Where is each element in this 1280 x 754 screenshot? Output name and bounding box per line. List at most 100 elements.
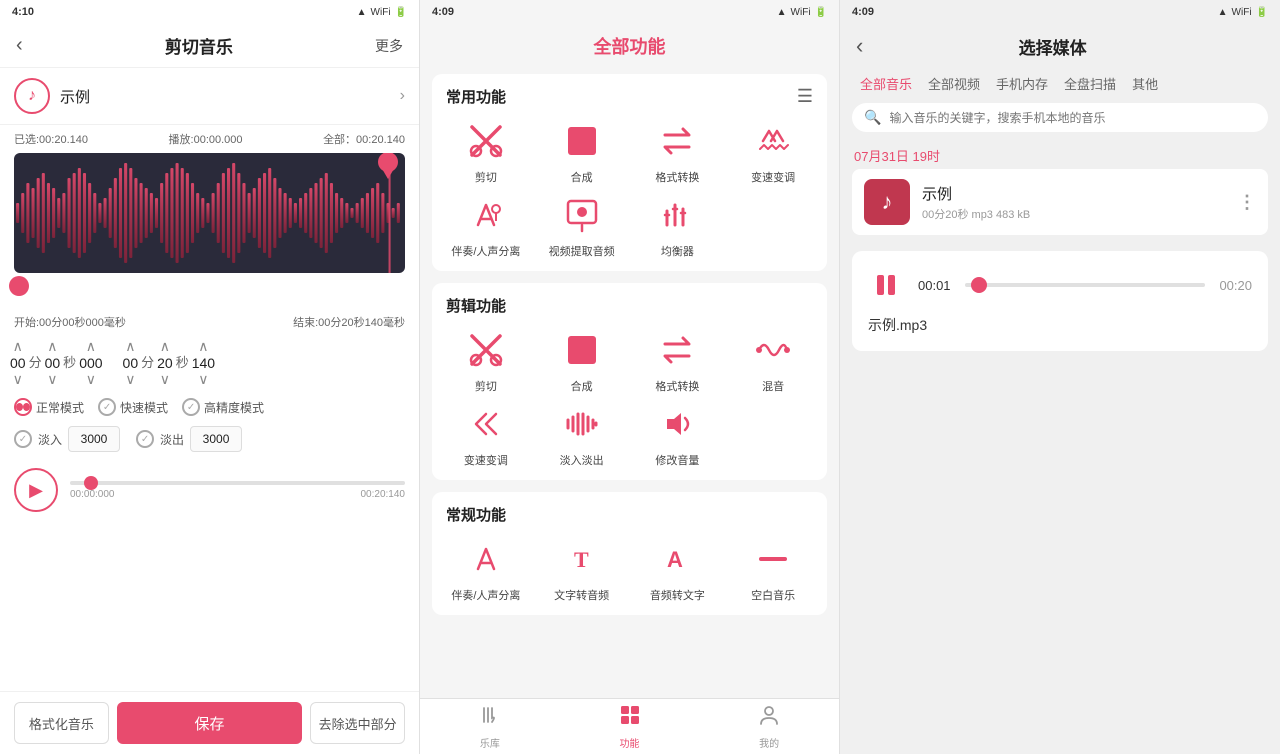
nav-mine[interactable]: 我的 xyxy=(699,699,839,754)
general-silence-label: 空白音乐 xyxy=(751,587,795,603)
fade-out-check[interactable]: ✓ xyxy=(136,430,154,448)
start-min-spinner[interactable]: ∧ 00 ∨ xyxy=(10,338,26,388)
start-time-label: 开始:00分00秒000毫秒 xyxy=(14,314,126,330)
media-list-item[interactable]: ♪ 示例 00分20秒 mp3 483 kB ⋮ xyxy=(852,169,1268,235)
back-button-3[interactable]: ‹ xyxy=(856,33,863,59)
func-convert[interactable]: 格式转换 xyxy=(634,119,722,185)
fade-in-check[interactable]: ✓ xyxy=(14,430,32,448)
status-icons-2: ▲ WiFi 🔋 xyxy=(777,7,827,18)
general-func-tts[interactable]: T 文字转音频 xyxy=(538,537,626,603)
signal-icon: ▲ xyxy=(357,7,367,18)
player-progress-bar[interactable] xyxy=(965,283,1206,287)
edit-func-cut[interactable]: 剪切 xyxy=(442,328,530,394)
media-meta: 00分20秒 mp3 483 kB xyxy=(922,206,1226,222)
progress-times: 00:00:000 00:20:140 xyxy=(70,489,405,500)
func-cut[interactable]: 剪切 xyxy=(442,119,530,185)
edit-func-volume[interactable]: 修改音量 xyxy=(634,402,722,468)
func-eq[interactable]: 均衡器 xyxy=(634,193,722,259)
end-min-spinner[interactable]: ∧ 00 ∨ xyxy=(123,338,139,388)
fade-out-option[interactable]: ✓ 淡出 xyxy=(136,426,242,452)
end-sec-spinner[interactable]: ∧ 20 ∨ xyxy=(157,338,173,388)
fade-icon xyxy=(560,402,604,446)
tab-all-music[interactable]: 全部音乐 xyxy=(854,72,918,95)
save-button[interactable]: 保存 xyxy=(117,702,303,744)
search-icon: 🔍 xyxy=(864,109,881,126)
func-extract[interactable]: 视频提取音频 xyxy=(538,193,626,259)
play-button[interactable]: ▶ xyxy=(14,468,58,512)
edit-cut-icon xyxy=(464,328,508,372)
battery-icon-2: 🔋 xyxy=(815,7,827,18)
up-arrow[interactable]: ∧ xyxy=(13,338,23,355)
general-func-vocal[interactable]: 伴奏/人声分离 xyxy=(442,537,530,603)
radio-normal[interactable] xyxy=(14,398,32,416)
player-time-start: 00:01 xyxy=(918,278,951,293)
general-func-stt[interactable]: A 音频转文字 xyxy=(634,537,722,603)
tab-full-scan[interactable]: 全盘扫描 xyxy=(1058,72,1122,95)
nav-library[interactable]: 乐库 xyxy=(420,699,560,754)
more-button[interactable]: 更多 xyxy=(375,36,403,56)
general-func-silence[interactable]: 空白音乐 xyxy=(729,537,817,603)
down-arrow[interactable]: ∨ xyxy=(13,371,23,388)
edit-func-merge[interactable]: 合成 xyxy=(538,328,626,394)
media-tabs: 全部音乐 全部视频 手机内存 全盘扫描 其他 xyxy=(840,68,1280,103)
search-input[interactable] xyxy=(889,111,1256,125)
end-ms-spinner[interactable]: ∧ 140 ∨ xyxy=(192,338,215,388)
format-music-button[interactable]: 格式化音乐 xyxy=(14,702,109,744)
func-vocal-label: 伴奏/人声分离 xyxy=(451,243,520,259)
nav-mine-label: 我的 xyxy=(759,735,779,750)
start-ms-spinner[interactable]: ∧ 000 ∨ xyxy=(79,338,102,388)
radio-fast[interactable]: ✓ xyxy=(98,398,116,416)
media-more-icon[interactable]: ⋮ xyxy=(1238,192,1256,213)
mode-fast[interactable]: ✓ 快速模式 xyxy=(98,398,168,416)
nav-functions[interactable]: 功能 xyxy=(560,699,700,754)
tab-other[interactable]: 其他 xyxy=(1126,72,1164,95)
radio-hq[interactable]: ✓ xyxy=(182,398,200,416)
page-title-functions: 全部功能 xyxy=(594,33,666,59)
file-selector-row[interactable]: ♪ 示例 › xyxy=(0,68,419,125)
mode-hq[interactable]: ✓ 高精度模式 xyxy=(182,398,264,416)
edit-func-convert[interactable]: 格式转换 xyxy=(634,328,722,394)
edit-func-mix[interactable]: 混音 xyxy=(729,328,817,394)
back-button[interactable]: ‹ xyxy=(16,34,23,57)
func-speed[interactable]: 变速变调 xyxy=(729,119,817,185)
edit-volume-label: 修改音量 xyxy=(655,452,699,468)
progress-thumb[interactable] xyxy=(84,476,98,490)
mine-icon xyxy=(758,704,780,732)
wifi-icon-3: WiFi xyxy=(1232,7,1252,18)
edit-func-fade[interactable]: 淡入淡出 xyxy=(538,402,626,468)
mix-icon xyxy=(751,328,795,372)
battery-icon: 🔋 xyxy=(395,7,407,18)
fade-in-input[interactable] xyxy=(68,426,120,452)
status-bar-2: 4:09 ▲ WiFi 🔋 xyxy=(420,0,839,24)
waveform-display[interactable]: // Draw waveform bars inline xyxy=(14,153,405,273)
remove-selected-button[interactable]: 去除选中部分 xyxy=(310,702,405,744)
end-time-label: 结束:00分20秒140毫秒 xyxy=(293,314,405,330)
fade-controls: ✓ 淡入 ✓ 淡出 xyxy=(0,422,419,460)
panel-all-functions: 4:09 ▲ WiFi 🔋 全部功能 常用功能 ☰ 剪切 xyxy=(420,0,840,754)
player-progress-thumb[interactable] xyxy=(971,277,987,293)
tab-phone-storage[interactable]: 手机内存 xyxy=(990,72,1054,95)
func-vocal[interactable]: 伴奏/人声分离 xyxy=(442,193,530,259)
progress-track[interactable] xyxy=(70,481,405,485)
drop-handle xyxy=(0,275,419,302)
play-end-time: 00:20:140 xyxy=(361,489,406,500)
func-merge[interactable]: 合成 xyxy=(538,119,626,185)
mode-normal-label: 正常模式 xyxy=(36,399,84,416)
start-sec-spinner[interactable]: ∧ 00 ∨ xyxy=(45,338,61,388)
cut-icon xyxy=(464,119,508,163)
edit-merge-icon xyxy=(560,328,604,372)
mode-fast-label: 快速模式 xyxy=(120,399,168,416)
general-section-header: 常规功能 xyxy=(442,504,817,525)
page-title-media: 选择媒体 xyxy=(875,34,1230,59)
stt-icon: A xyxy=(655,537,699,581)
pause-button[interactable] xyxy=(868,267,904,303)
tab-all-video[interactable]: 全部视频 xyxy=(922,72,986,95)
edit-func-speed[interactable]: 变速变调 xyxy=(442,402,530,468)
fade-out-input[interactable] xyxy=(190,426,242,452)
mode-normal[interactable]: 正常模式 xyxy=(14,398,84,416)
edit-fade-label: 淡入淡出 xyxy=(560,452,604,468)
fade-in-option[interactable]: ✓ 淡入 xyxy=(14,426,120,452)
convert-icon xyxy=(655,119,699,163)
progress-bar[interactable]: 00:00:000 00:20:140 xyxy=(70,481,405,500)
func-cut-label: 剪切 xyxy=(475,169,497,185)
